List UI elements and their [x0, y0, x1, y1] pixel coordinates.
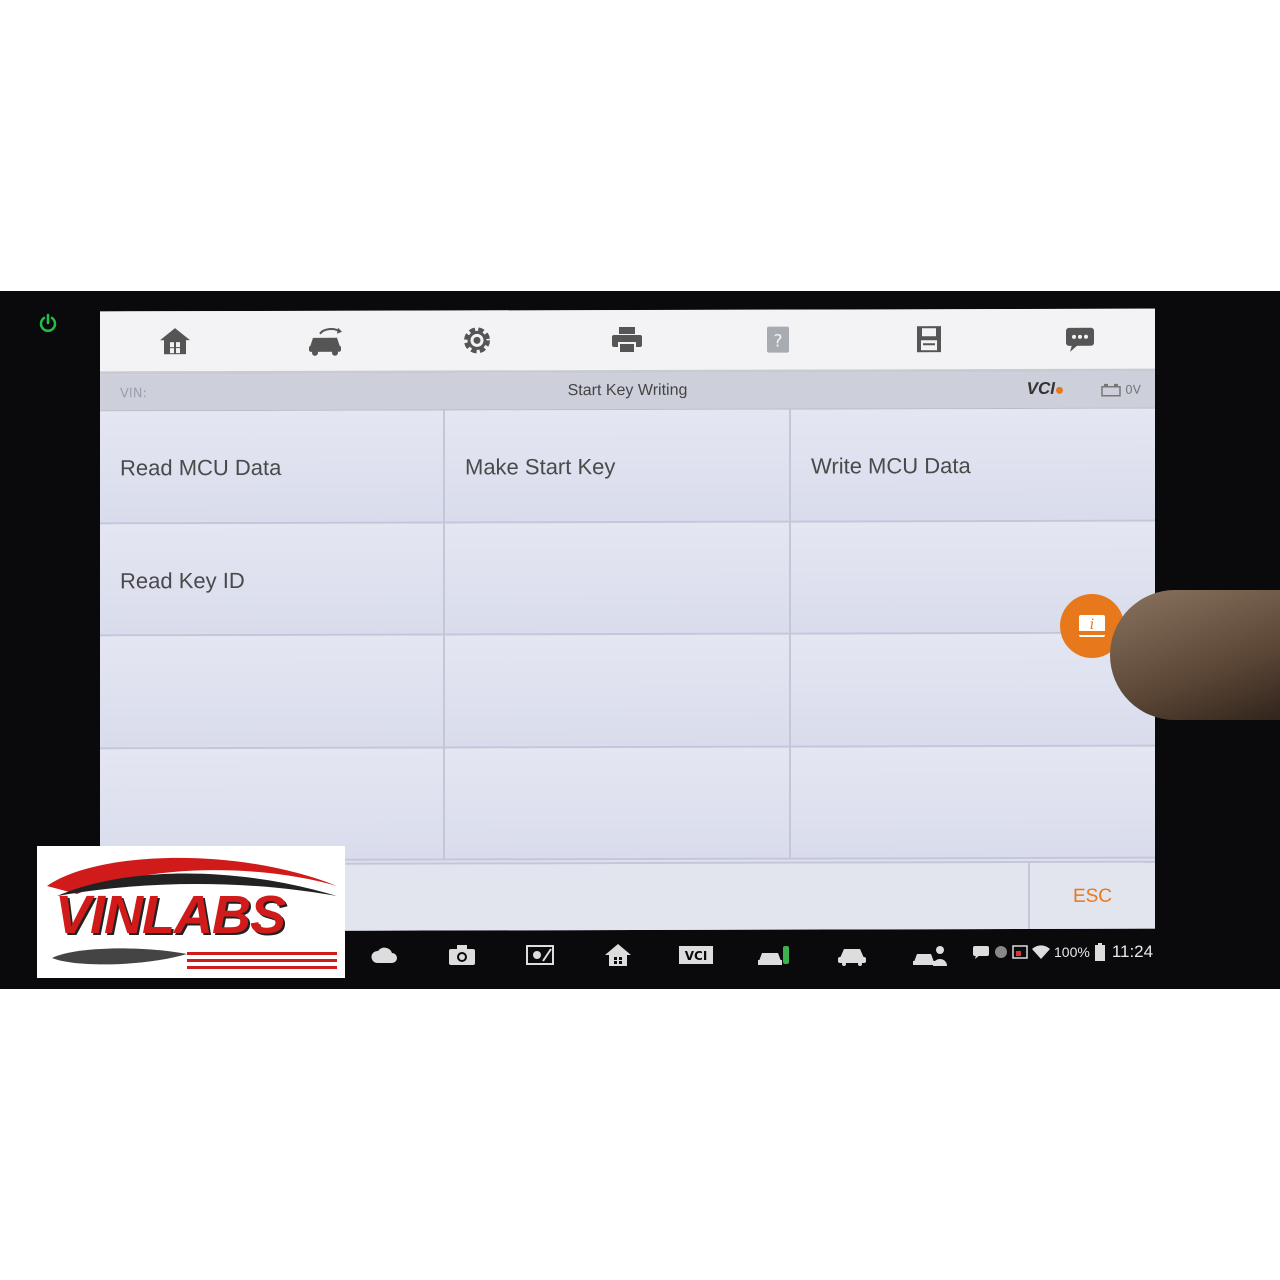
svg-text:VCI: VCI	[685, 949, 708, 963]
vinlabs-watermark-logo: VINLABS	[37, 846, 345, 978]
vci-status: VCI	[1027, 379, 1063, 399]
empty-cell	[445, 522, 791, 636]
menu-item-label: Read MCU Data	[120, 454, 282, 481]
gear-icon	[463, 327, 490, 354]
vci-icon: VCI	[679, 946, 713, 964]
menu-write-mcu-data[interactable]: Write MCU Data	[791, 408, 1155, 523]
svg-text:i: i	[1090, 617, 1094, 633]
car-battery-icon	[1101, 383, 1121, 397]
vci-label: VCI	[1026, 378, 1055, 398]
print-icon	[612, 326, 643, 355]
user-finger	[1110, 590, 1280, 720]
empty-cell	[100, 747, 445, 862]
empty-cell	[791, 746, 1155, 860]
menu-item-label: Write MCU Data	[811, 453, 971, 479]
sync-icon	[995, 946, 1007, 958]
menu-item-label: Make Start Key	[465, 454, 616, 480]
car-key-icon	[758, 946, 789, 965]
power-icon[interactable]	[38, 313, 58, 333]
camera-app-button[interactable]	[423, 943, 501, 967]
menu-read-key-id[interactable]: Read Key ID	[100, 522, 445, 637]
home-taskbar-button[interactable]	[579, 942, 657, 968]
empty-cell	[100, 635, 445, 749]
cloud-app-button[interactable]	[345, 944, 423, 966]
print-button[interactable]	[603, 318, 651, 362]
chat-notification-icon	[973, 946, 989, 959]
top-toolbar: ?	[100, 308, 1155, 375]
home-icon	[605, 944, 631, 966]
settings-button[interactable]	[453, 318, 501, 362]
vehicle-menu-button[interactable]	[813, 944, 891, 966]
status-bar: 100% 11:24	[972, 942, 1153, 962]
remote-support-button[interactable]	[891, 942, 969, 968]
display-settings-button[interactable]	[501, 943, 579, 967]
battery-icon	[1094, 943, 1105, 961]
vci-connection-dot	[1056, 386, 1063, 394]
svg-text:?: ?	[774, 332, 783, 352]
app-screen: ? VIN: Start Key Writing VCI 0V Read MCU…	[100, 308, 1155, 932]
save-icon	[916, 326, 941, 353]
voltage-value: 0V	[1125, 382, 1141, 397]
battery-voltage: 0V	[1101, 383, 1141, 397]
function-grid: Read MCU Data Make Start Key Write MCU D…	[100, 408, 1155, 862]
message-icon	[1065, 327, 1094, 352]
menu-item-label: Read Key ID	[120, 567, 245, 593]
help-icon: ?	[767, 326, 790, 353]
clock: 11:24	[1111, 942, 1154, 961]
logo-text: VINLABS	[55, 885, 286, 945]
home-button[interactable]	[151, 319, 199, 363]
home-icon	[160, 328, 191, 355]
menu-read-mcu-data[interactable]: Read MCU Data	[100, 410, 445, 524]
technician-car-icon	[913, 946, 947, 966]
page-title: Start Key Writing	[567, 381, 688, 400]
cloud-icon	[371, 947, 397, 963]
wifi-icon	[1032, 945, 1050, 959]
info-icon: i	[1079, 615, 1105, 637]
empty-cell	[445, 747, 791, 861]
vci-manager-button[interactable]: VCI	[657, 944, 735, 966]
empty-cell	[445, 634, 791, 748]
car-icon	[838, 949, 866, 966]
vehicle-swap-icon	[309, 327, 343, 356]
menu-make-start-key[interactable]: Make Start Key	[445, 409, 791, 523]
esc-button[interactable]: ESC	[1028, 862, 1155, 931]
info-bar: VIN: Start Key Writing VCI 0V	[100, 371, 1155, 412]
camera-icon	[449, 945, 475, 965]
image-notification-icon	[1012, 945, 1028, 959]
brightness-icon	[526, 945, 554, 965]
message-button[interactable]	[1056, 317, 1104, 361]
vehicle-diagnostic-button[interactable]	[735, 942, 813, 968]
battery-percent: 100%	[1054, 944, 1090, 960]
vehicle-swap-button[interactable]	[302, 319, 350, 363]
help-button[interactable]: ?	[754, 318, 802, 362]
save-button[interactable]	[905, 317, 953, 361]
